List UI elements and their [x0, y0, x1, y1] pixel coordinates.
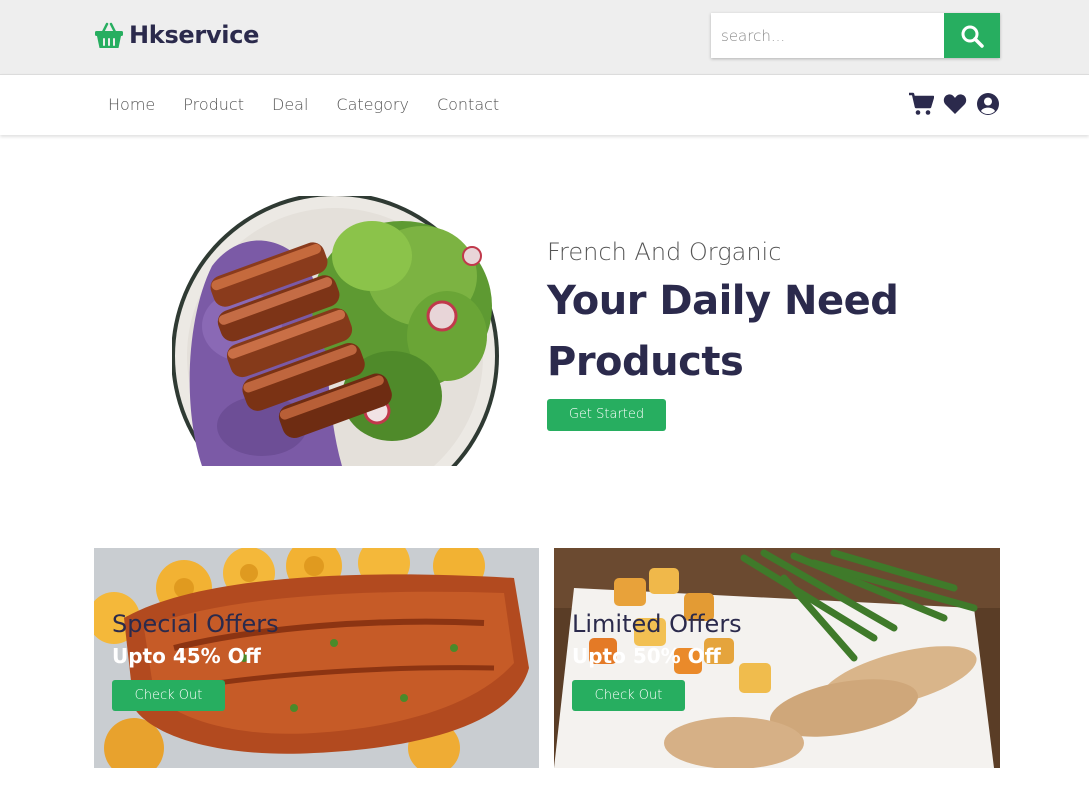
nav-links: Home Product Deal Category Contact — [94, 93, 513, 117]
basket-icon — [95, 22, 123, 48]
search-button[interactable] — [944, 13, 1000, 58]
brand-name: Hkservice — [129, 21, 260, 49]
search-bar — [711, 13, 1000, 58]
main-nav: Home Product Deal Category Contact — [0, 74, 1089, 135]
hero-food-image — [172, 196, 500, 466]
wishlist-button[interactable] — [943, 93, 967, 115]
get-started-button[interactable]: Get Started — [547, 399, 666, 431]
offer-title: Special Offers — [112, 610, 279, 638]
offer-card-limited: Limited Offers Upto 50% Off Check Out — [554, 548, 1000, 768]
nav-icons — [908, 92, 1000, 116]
cart-icon — [909, 92, 934, 115]
offer-card-special: Special Offers Upto 45% Off Check Out — [94, 548, 539, 768]
nav-link-category[interactable]: Category — [322, 93, 423, 117]
nav-link-home[interactable]: Home — [94, 93, 169, 117]
offer-title: Limited Offers — [572, 610, 742, 638]
hero-title: Your Daily Need Products — [547, 278, 899, 385]
offer-discount: Upto 45% Off — [112, 644, 261, 668]
nav-link-product[interactable]: Product — [169, 93, 258, 117]
search-icon — [961, 25, 984, 48]
search-input[interactable] — [711, 13, 944, 58]
check-out-button[interactable]: Check Out — [572, 680, 685, 711]
account-button[interactable] — [976, 92, 1000, 116]
logo[interactable]: Hkservice — [94, 20, 259, 50]
top-header: Hkservice — [0, 0, 1089, 74]
offer-discount: Upto 50% Off — [572, 644, 721, 668]
hero-subtitle: French And Organic — [547, 238, 782, 266]
nav-link-contact[interactable]: Contact — [423, 93, 513, 117]
hero-text: French And Organic Your Daily Need Produ… — [547, 235, 947, 393]
nav-link-deal[interactable]: Deal — [258, 93, 322, 117]
user-icon — [977, 93, 999, 115]
heart-icon — [943, 94, 967, 114]
check-out-button[interactable]: Check Out — [112, 680, 225, 711]
cart-button[interactable] — [908, 92, 934, 116]
